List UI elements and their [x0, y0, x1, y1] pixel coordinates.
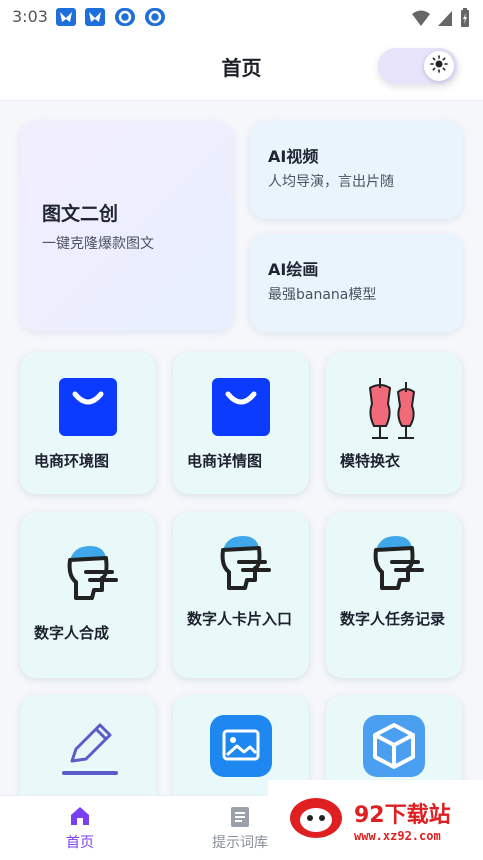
- notification-app-icon: [56, 8, 76, 26]
- shopping-bag-icon: [210, 376, 272, 442]
- mannequin-icon: [360, 374, 426, 444]
- watermark-title: 92下载站: [354, 802, 451, 828]
- card-title: AI视频: [268, 147, 319, 166]
- main-content: 图文二创 一键克隆爆款图文 AI视频 人均导演，言出片随 AI绘画 最强bana…: [0, 101, 483, 795]
- tool-tile-digital-human-synthesis[interactable]: 数字人合成: [20, 512, 156, 678]
- battery-icon: [459, 8, 471, 32]
- site-watermark: 92下载站 www.xz92.com: [268, 780, 483, 859]
- notification-app-icon: [145, 8, 165, 26]
- tab-home-label: 首页: [66, 835, 94, 851]
- digital-human-icon: [58, 542, 120, 608]
- shopping-bag-icon: [57, 376, 119, 442]
- card-title: AI绘画: [268, 260, 319, 279]
- watermark-logo-icon: [288, 796, 344, 844]
- tab-home[interactable]: 首页: [20, 796, 140, 860]
- card-subtitle: 人均导演，言出片随: [268, 174, 394, 190]
- digital-human-icon: [364, 532, 426, 598]
- signal-icon: [437, 9, 453, 31]
- theme-toggle[interactable]: [378, 48, 458, 84]
- pencil-icon: [60, 717, 120, 781]
- cube-icon: [363, 715, 425, 781]
- status-bar: 3:03: [0, 0, 483, 34]
- card-title: 图文二创: [42, 203, 119, 225]
- tool-label: 数字人卡片入口: [187, 610, 293, 628]
- tool-label: 数字人合成: [34, 624, 110, 642]
- ai-video-card[interactable]: AI视频 人均导演，言出片随: [250, 121, 463, 219]
- image-icon: [210, 715, 272, 781]
- tool-tile-pencil[interactable]: [20, 695, 156, 795]
- theme-toggle-knob[interactable]: [424, 51, 454, 81]
- home-icon: [69, 806, 91, 830]
- digital-human-icon: [211, 532, 273, 598]
- status-time: 3:03: [12, 7, 48, 26]
- tool-label: 电商环境图: [34, 452, 110, 470]
- ai-drawing-card[interactable]: AI绘画 最强banana模型: [250, 234, 463, 332]
- header: 首页: [0, 34, 483, 101]
- document-icon: [230, 806, 250, 832]
- tool-tile-ecommerce-environment[interactable]: 电商环境图: [20, 352, 156, 494]
- tool-label: 模特换衣: [340, 452, 401, 470]
- notification-app-icon: [115, 8, 135, 26]
- tool-tile-model-outfit[interactable]: 模特换衣: [326, 352, 462, 494]
- image-text-remix-card[interactable]: 图文二创 一键克隆爆款图文: [20, 121, 233, 331]
- card-subtitle: 一键克隆爆款图文: [42, 236, 154, 252]
- tool-tile-ecommerce-detail[interactable]: 电商详情图: [173, 352, 309, 494]
- sun-icon: [430, 55, 448, 77]
- tool-label: 电商详情图: [187, 452, 263, 470]
- watermark-url: www.xz92.com: [354, 828, 441, 843]
- tool-tile-digital-human-card[interactable]: 数字人卡片入口: [173, 512, 309, 678]
- card-subtitle: 最强banana模型: [268, 287, 377, 303]
- wifi-icon: [411, 9, 431, 31]
- tool-tile-digital-human-tasks[interactable]: 数字人任务记录: [326, 512, 462, 678]
- tool-label: 数字人任务记录: [340, 610, 446, 628]
- notification-app-icon: [85, 8, 105, 26]
